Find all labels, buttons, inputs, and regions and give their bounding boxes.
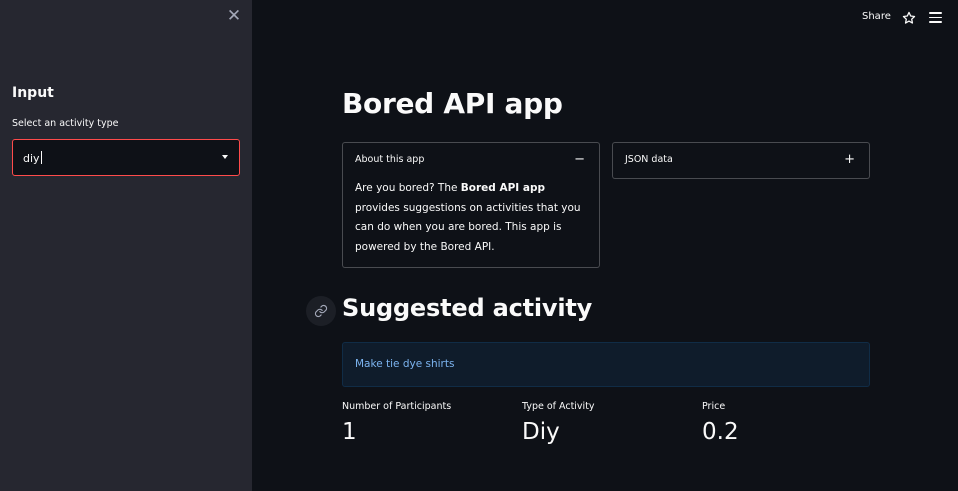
expand-icon[interactable]: + <box>844 153 855 166</box>
metric-label: Price <box>702 401 726 412</box>
share-button[interactable]: Share <box>862 11 891 22</box>
metric-label: Type of Activity <box>522 401 595 412</box>
json-expander[interactable]: JSON data + <box>612 142 870 179</box>
metric-price: Price 0.2 <box>702 401 739 445</box>
metric-value: 0.2 <box>702 419 739 445</box>
activity-type-value[interactable]: diy <box>23 151 42 165</box>
about-text: Are you bored? The Bored API app provide… <box>355 182 581 253</box>
chevron-down-icon[interactable] <box>222 155 228 159</box>
collapse-icon[interactable]: − <box>574 153 585 166</box>
sidebar-heading: Input <box>12 85 54 101</box>
link-icon[interactable] <box>306 296 336 326</box>
json-expander-header[interactable]: JSON data <box>625 154 673 165</box>
close-icon[interactable]: ✕ <box>226 8 242 25</box>
metric-type: Type of Activity Diy <box>522 401 595 445</box>
activity-type-label: Select an activity type <box>12 118 119 129</box>
activity-text: Make tie dye shirts <box>355 358 455 370</box>
page-title: Bored API app <box>342 87 563 120</box>
text-cursor <box>40 151 42 164</box>
section-heading: Suggested activity <box>342 294 593 322</box>
metric-participants: Number of Participants 1 <box>342 401 451 445</box>
star-icon[interactable] <box>902 10 916 24</box>
about-expander-header[interactable]: About this app <box>355 154 424 165</box>
metric-value: Diy <box>522 419 560 445</box>
about-expander[interactable]: About this app − Are you bored? The Bore… <box>342 142 600 268</box>
hamburger-menu-icon[interactable] <box>929 12 942 23</box>
sidebar: ✕ Input Select an activity type diy <box>0 0 252 491</box>
activity-info-box: Make tie dye shirts <box>342 342 870 387</box>
metric-label: Number of Participants <box>342 401 452 412</box>
metric-value: 1 <box>342 419 357 445</box>
activity-type-select[interactable]: diy <box>12 139 240 176</box>
